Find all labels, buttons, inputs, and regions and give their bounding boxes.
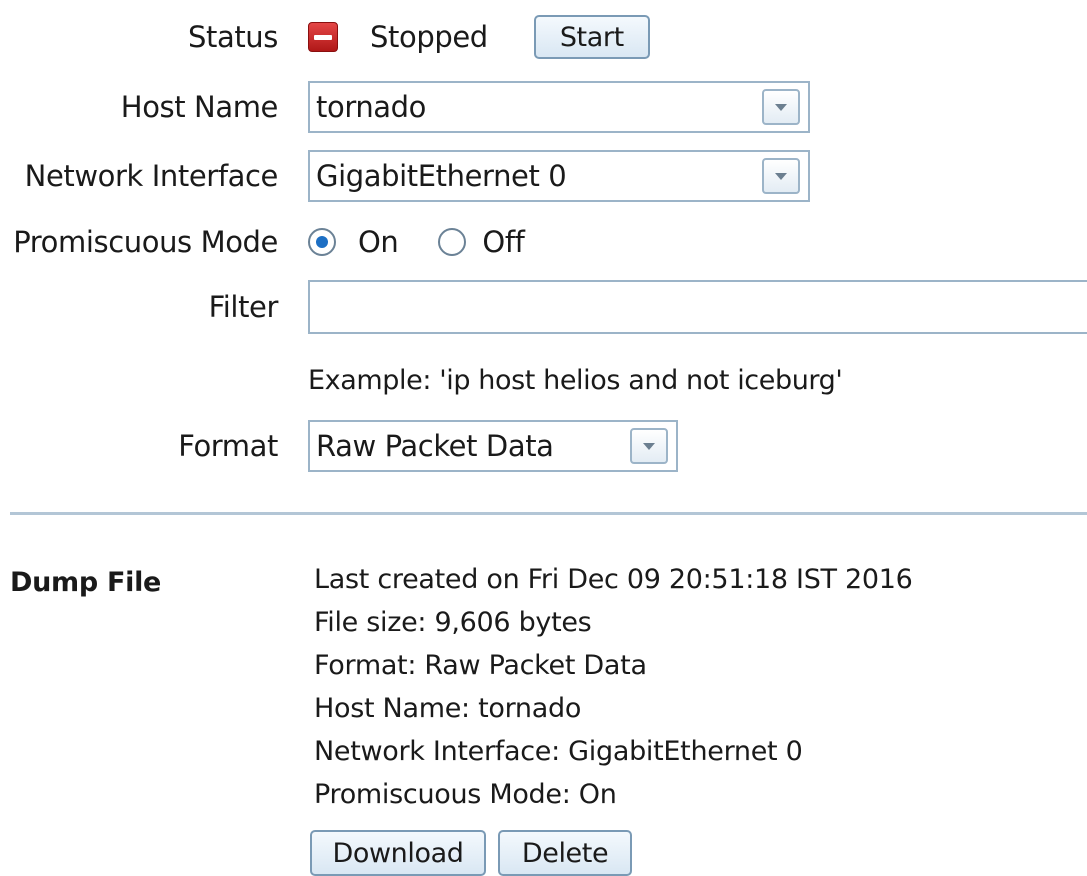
status-label: Status xyxy=(187,20,278,54)
host-name-row: Host Name xyxy=(0,81,279,133)
chevron-down-icon[interactable] xyxy=(762,158,800,194)
format-label: Format xyxy=(178,429,278,463)
delete-button[interactable]: Delete xyxy=(498,830,632,876)
dump-file-actions: Download Delete xyxy=(310,830,632,876)
network-interface-value: GigabitEthernet 0 xyxy=(316,159,567,193)
filter-example: Example: 'ip host helios and not iceburg… xyxy=(308,364,843,396)
format-value: Raw Packet Data xyxy=(316,429,554,463)
stop-icon xyxy=(308,22,338,52)
dump-file-promiscuous-mode: Promiscuous Mode: On xyxy=(314,779,617,810)
promiscuous-mode-row: Promiscuous Mode xyxy=(0,218,278,266)
format-row: Format xyxy=(0,420,278,472)
promiscuous-on-radio[interactable] xyxy=(308,228,336,256)
section-divider xyxy=(10,512,1087,515)
host-name-value: tornado xyxy=(316,90,427,124)
dump-file-format: Format: Raw Packet Data xyxy=(314,650,647,681)
dump-file-host-name: Host Name: tornado xyxy=(314,693,582,724)
status-control: Stopped Start xyxy=(308,14,650,60)
promiscuous-off-label[interactable]: Off xyxy=(482,225,524,259)
promiscuous-mode-control: On Off xyxy=(308,218,525,266)
network-interface-label: Network Interface xyxy=(24,159,279,193)
dump-file-info: Last created on Fri Dec 09 20:51:18 IST … xyxy=(314,558,913,816)
host-name-control: tornado xyxy=(308,81,810,133)
host-name-label: Host Name xyxy=(120,90,279,124)
download-button[interactable]: Download xyxy=(310,830,486,876)
host-name-select[interactable]: tornado xyxy=(308,81,810,133)
status-row: Status xyxy=(0,14,278,60)
filter-row: Filter xyxy=(0,280,279,334)
filter-input[interactable] xyxy=(308,280,1087,334)
status-text: Stopped xyxy=(370,20,488,54)
chevron-down-icon[interactable] xyxy=(630,428,668,464)
network-interface-control: GigabitEthernet 0 xyxy=(308,150,810,202)
dump-file-heading-wrap: Dump File xyxy=(10,561,161,604)
filter-label: Filter xyxy=(208,290,279,324)
filter-control xyxy=(308,280,1087,334)
promiscuous-mode-label: Promiscuous Mode xyxy=(13,225,278,259)
filter-example-wrap: Example: 'ip host helios and not iceburg… xyxy=(308,358,843,402)
dump-file-label: Dump File xyxy=(10,567,162,598)
format-select[interactable]: Raw Packet Data xyxy=(308,420,678,472)
start-button[interactable]: Start xyxy=(533,15,650,59)
promiscuous-off-radio[interactable] xyxy=(438,228,467,256)
promiscuous-on-label[interactable]: On xyxy=(358,225,399,259)
network-interface-select[interactable]: GigabitEthernet 0 xyxy=(308,150,810,202)
dump-file-size: File size: 9,606 bytes xyxy=(314,607,592,638)
dump-file-network-interface: Network Interface: GigabitEthernet 0 xyxy=(314,736,803,767)
dump-file-created: Last created on Fri Dec 09 20:51:18 IST … xyxy=(314,564,913,595)
chevron-down-icon[interactable] xyxy=(762,89,800,125)
network-interface-row: Network Interface xyxy=(0,150,279,202)
format-control: Raw Packet Data xyxy=(308,420,678,472)
